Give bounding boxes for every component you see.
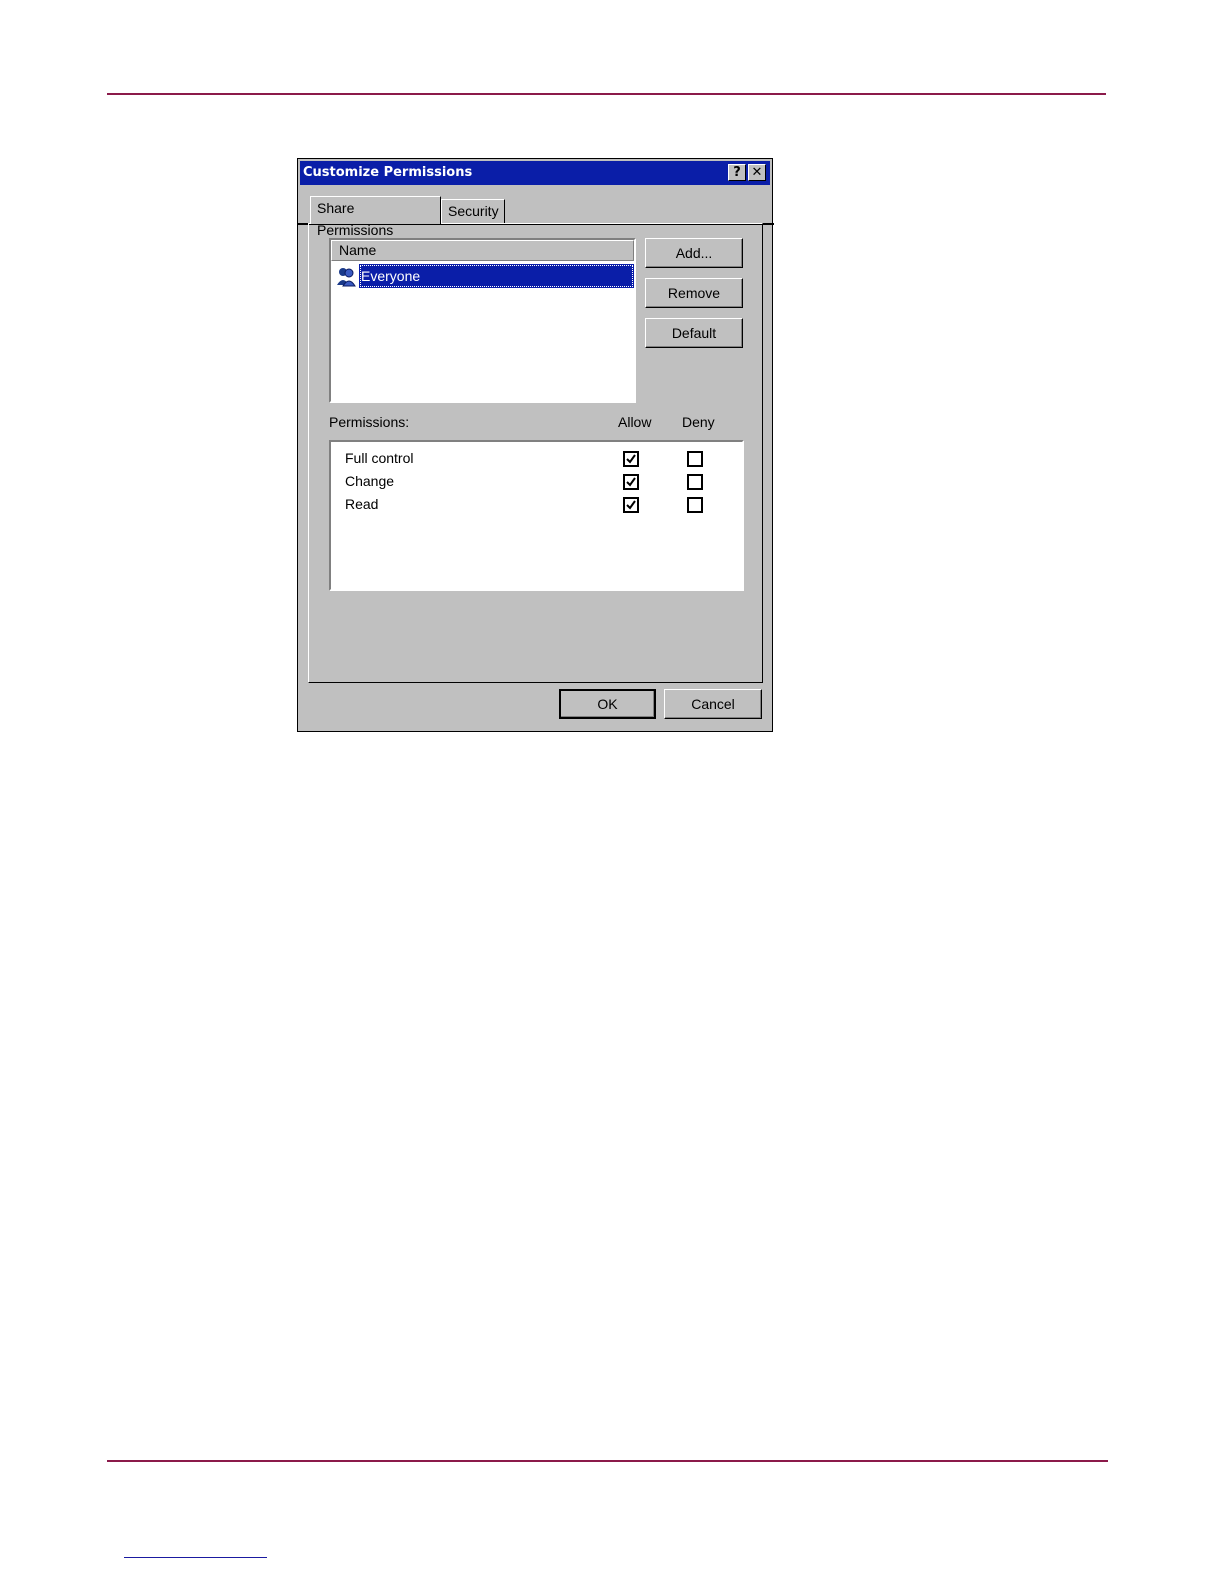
remove-button[interactable]: Remove xyxy=(645,278,743,308)
user-group-icon xyxy=(335,265,357,287)
allow-checkbox[interactable] xyxy=(623,451,639,467)
cancel-button[interactable]: Cancel xyxy=(664,689,762,719)
permission-row-full-control: Full control xyxy=(345,448,740,470)
list-item[interactable]: Everyone xyxy=(335,264,634,288)
permission-name: Change xyxy=(345,473,395,489)
check-mark-icon xyxy=(626,454,636,464)
footer-link-underline xyxy=(124,1557,267,1558)
permission-name: Full control xyxy=(345,450,414,466)
check-mark-icon xyxy=(626,477,636,487)
permission-row-change: Change xyxy=(345,471,740,493)
tab-share-permissions[interactable]: Share Permissions xyxy=(310,196,441,238)
permissions-list: Full control Change Read xyxy=(329,440,744,591)
deny-checkbox[interactable] xyxy=(687,474,703,490)
deny-checkbox[interactable] xyxy=(687,451,703,467)
permission-row-read: Read xyxy=(345,494,740,516)
list-item-label: Everyone xyxy=(359,264,634,288)
dialog-titlebar[interactable]: Customize Permissions ? ✕ xyxy=(300,161,770,185)
allow-checkbox[interactable] xyxy=(623,497,639,513)
default-button[interactable]: Default xyxy=(645,318,743,348)
deny-column-header: Deny xyxy=(682,414,715,430)
add-button[interactable]: Add... xyxy=(645,238,743,268)
allow-column-header: Allow xyxy=(618,414,652,430)
dialog-title: Customize Permissions xyxy=(303,165,473,180)
customize-permissions-dialog: Customize Permissions ? ✕ Share Permissi… xyxy=(297,158,774,732)
name-column-header[interactable]: Name xyxy=(331,240,634,261)
close-button[interactable]: ✕ xyxy=(748,164,766,181)
allow-checkbox[interactable] xyxy=(623,474,639,490)
name-list[interactable]: Name Everyone xyxy=(329,238,636,403)
ok-button[interactable]: OK xyxy=(559,689,656,719)
deny-checkbox[interactable] xyxy=(687,497,703,513)
tab-security[interactable]: Security xyxy=(441,199,505,224)
permissions-label: Permissions: xyxy=(329,414,410,430)
page-header-rule xyxy=(107,93,1106,95)
page-footer-rule xyxy=(107,1460,1108,1462)
permission-name: Read xyxy=(345,496,379,512)
help-button[interactable]: ? xyxy=(728,164,746,181)
check-mark-icon xyxy=(626,500,636,510)
